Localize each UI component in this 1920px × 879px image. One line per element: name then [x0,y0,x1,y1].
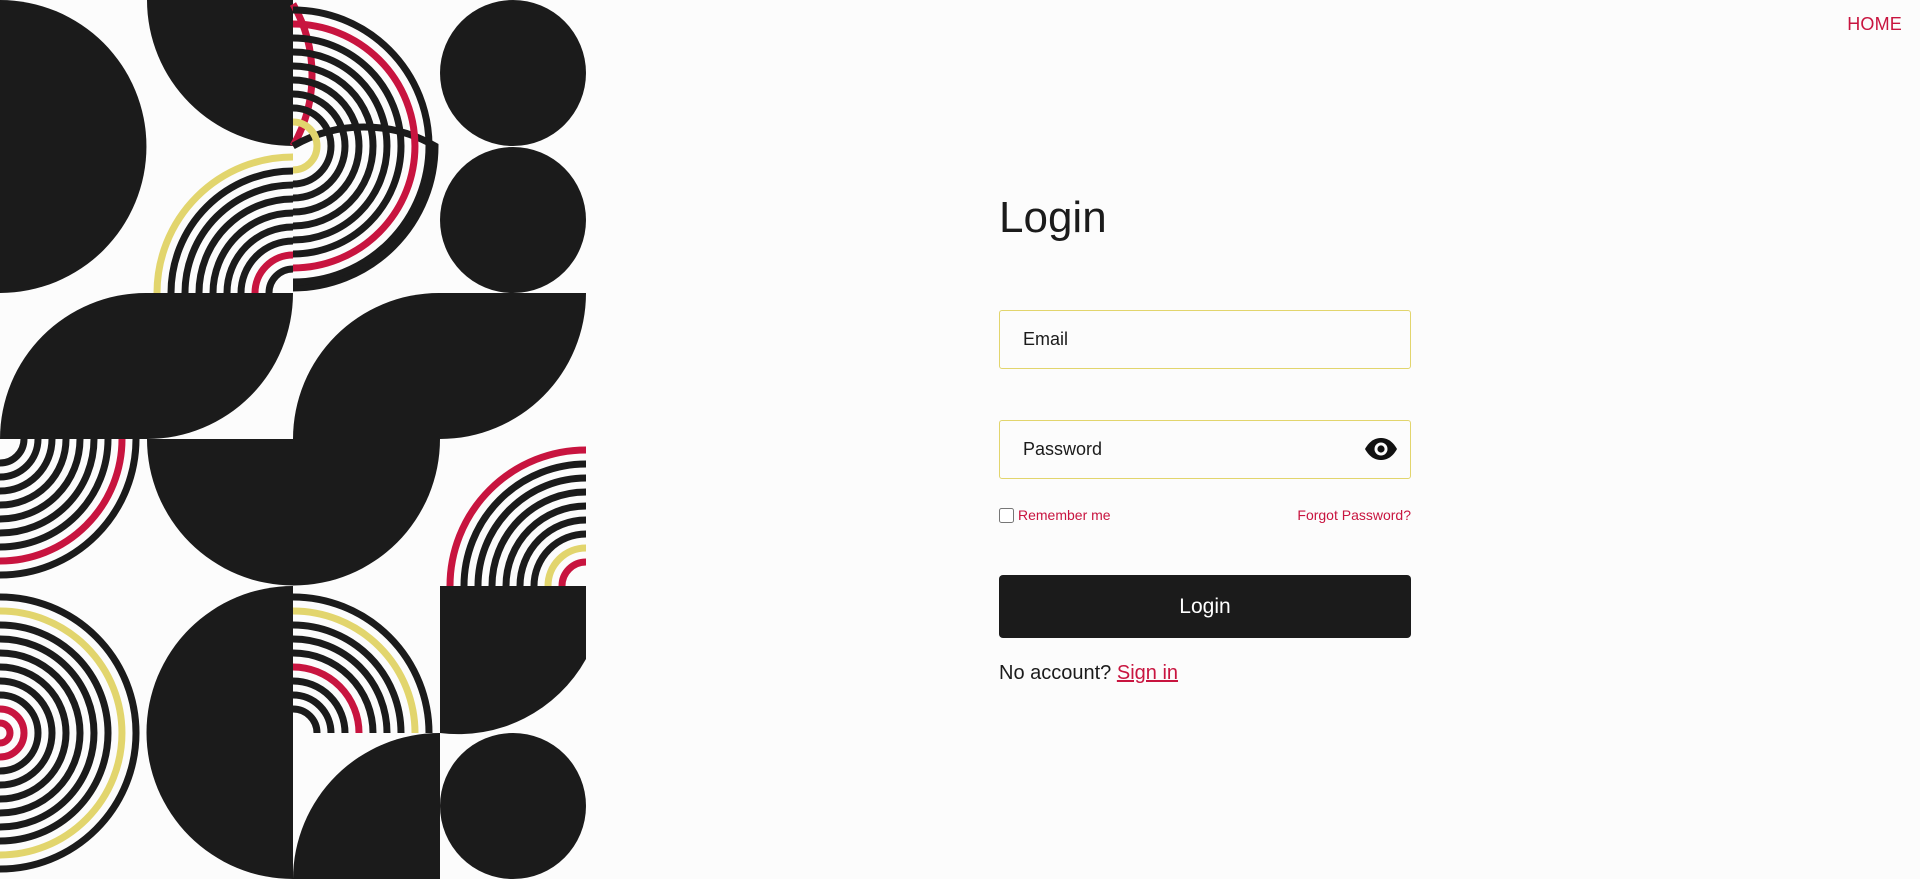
signup-prompt: No account? Sign in [999,662,1411,685]
login-button[interactable]: Login [999,575,1411,638]
email-field[interactable] [1000,311,1410,368]
email-field-wrapper [999,310,1411,369]
decorative-artwork [0,0,586,879]
login-page: HOME Login Remember me Forgot Password? … [0,0,1920,879]
home-link[interactable]: HOME [1847,14,1902,35]
geometric-pattern-illustration [0,0,586,879]
sign-in-link[interactable]: Sign in [1117,662,1178,684]
password-field[interactable] [1000,421,1410,478]
no-account-text: No account? [999,662,1112,684]
page-title: Login [999,193,1107,242]
login-form: Login Remember me Forgot Password? Login… [999,190,1411,685]
remember-me: Remember me [999,507,1111,523]
form-options-row: Remember me Forgot Password? [999,506,1411,524]
remember-me-checkbox[interactable] [999,507,1014,523]
eye-icon[interactable] [1364,437,1398,461]
password-field-wrapper [999,420,1411,479]
forgot-password-link[interactable]: Forgot Password? [1297,507,1411,523]
remember-me-label: Remember me [1018,507,1111,523]
